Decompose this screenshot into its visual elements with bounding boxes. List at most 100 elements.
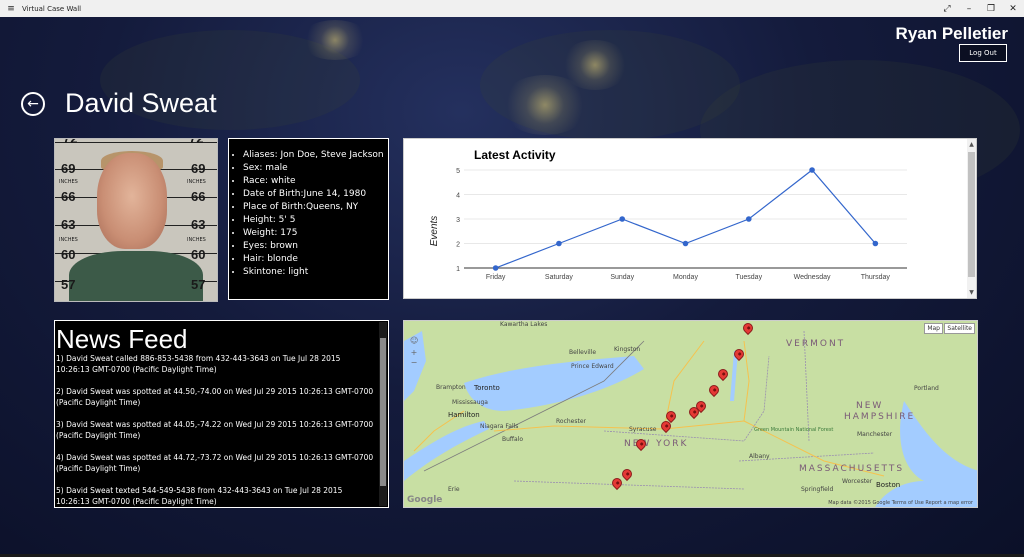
bio-item: Date of Birth:June 14, 1980 [243,188,388,201]
chart-data-point[interactable] [682,240,689,247]
user-name: Ryan Pelletier [895,24,1008,43]
news-scroll-thumb[interactable] [380,338,386,486]
news-scrollbar[interactable] [379,322,387,506]
chart-scrollbar[interactable]: ▲ ▼ [967,139,976,298]
zoom-in-icon[interactable]: + [410,349,418,357]
map-region-label: VERMONT [786,339,846,349]
map-label: Brampton [436,384,466,391]
map-label: Albany [749,453,770,460]
news-feed-panel: News Feed 1) David Sweat called 886-853-… [54,320,389,508]
chart-x-tick-label: Wednesday [794,274,831,281]
map-region-label: NEW YORK [624,439,689,449]
chart-data-point[interactable] [872,240,879,247]
ruler-number: 57 [191,277,206,292]
scroll-up-icon[interactable]: ▲ [967,141,976,148]
map-region-label: MASSACHUSETTS [799,464,905,474]
google-logo: Google [407,495,443,505]
face [97,153,167,249]
map-label: Syracuse [629,426,657,433]
hamburger-icon[interactable]: ≡ [0,4,22,14]
chart-x-tick-label: Tuesday [735,274,762,281]
ruler-sub-label: INCHES [187,179,206,185]
chart-data-point[interactable] [745,216,752,222]
map-view-button[interactable]: Map [924,323,943,334]
map-label: Toronto [474,384,500,392]
chart-x-tick-label: Monday [673,274,698,281]
map-label: Erie [448,486,460,493]
news-feed-title: News Feed [56,324,188,354]
chart-x-tick-label: Saturday [545,274,574,281]
chart-y-axis-label: Events [429,216,440,247]
ruler-sub-label: INCHES [59,237,78,243]
ruler-sub-label: INCHES [187,237,206,243]
close-icon[interactable]: ✕ [1002,4,1024,14]
chart-y-tick-label: 1 [456,266,460,273]
back-arrow-icon[interactable]: ← [21,92,45,116]
chart-data-point[interactable] [809,167,815,173]
map-label: Niagara Falls [480,423,519,430]
chart-data-point[interactable] [492,265,499,271]
bio-item: Skintone: light [243,266,388,279]
map-label: Belleville [569,349,597,356]
map-label: Buffalo [502,436,524,443]
news-item: 3) David Sweat was spotted at 44.05,-74.… [56,420,374,440]
map-label: Worcester [842,478,873,485]
window-title: Virtual Case Wall [22,4,82,13]
shirt [69,251,203,301]
map-label: Mississauga [452,399,488,406]
expand-icon[interactable]: ⤢ [936,4,958,14]
mugshot-photo: 72 72 69 69 INCHES INCHES 66 66 63 63 IN… [54,138,218,302]
zoom-out-icon[interactable]: − [410,359,418,367]
minimize-icon[interactable]: – [958,4,980,14]
bio-item: Aliases: Jon Doe, Steve Jackson [243,149,388,162]
ruler-number: 57 [61,277,76,292]
street-view-icon[interactable]: ☺ [410,337,418,345]
scroll-down-icon[interactable]: ▼ [967,289,976,296]
title-bar: ≡ Virtual Case Wall ⤢ – ❐ ✕ [0,0,1024,17]
ruler-number: 72 [63,138,78,146]
news-item: 4) David Sweat was spotted at 44.72,-73.… [56,453,374,473]
map-label: Portland [914,385,939,392]
ruler-number: 72 [189,138,204,146]
ruler-number: 66 [61,189,76,204]
ruler-number: 69 [61,161,76,176]
map-label: Hamilton [448,411,480,419]
chart-x-tick-label: Friday [486,274,506,281]
map-panel[interactable]: Map Satellite ☺ + − Kawartha Lakes Belle… [403,320,978,508]
map-footer[interactable]: Map data ©2015 Google Terms of Use Repor… [828,500,973,506]
chart-y-tick-label: 4 [456,193,460,200]
map-region-label: NEW [856,401,884,411]
chart-x-tick-label: Sunday [610,274,634,281]
chart-data-point[interactable] [619,216,626,222]
page-title: David Sweat [65,88,217,118]
chart-scroll-thumb[interactable] [968,152,975,277]
map-label: Prince Edward [571,363,614,370]
map-label: Manchester [857,431,893,438]
satellite-view-button[interactable]: Satellite [944,323,975,334]
bio-item: Hair: blonde [243,253,388,266]
bio-item: Place of Birth:Queens, NY [243,201,388,214]
bio-item: Race: white [243,175,388,188]
ruler-sub-label: INCHES [59,179,78,185]
map-label: Boston [876,481,901,489]
map-label: Springfield [801,486,834,493]
ruler-number: 63 [191,217,206,232]
ruler-number: 60 [61,247,76,262]
chart-title: Latest Activity [474,148,556,162]
map-label: Kawartha Lakes [500,321,548,328]
chart-y-tick-label: 2 [456,242,460,249]
bio-item: Eyes: brown [243,240,388,253]
news-item: 5) David Sweat texted 544-549-5438 from … [56,486,343,506]
ruler-number: 66 [191,189,206,204]
bio-item: Height: 5' 5 [243,214,388,227]
map-label: Green Mountain National Forest [754,427,834,433]
chart-data-point[interactable] [556,240,562,247]
activity-chart-panel: Latest Activity Events 1 2 3 4 5 Friday Satur… [403,138,977,299]
chart-y-tick-label: 5 [456,168,460,175]
chart-y-tick-label: 3 [456,217,460,224]
ruler-number: 69 [191,161,206,176]
restore-icon[interactable]: ❐ [980,4,1002,14]
activity-chart: Latest Activity Events 1 2 3 4 5 Friday Satur… [429,148,907,281]
ruler-number: 63 [61,217,76,232]
logout-button[interactable]: Log Out [959,44,1007,62]
